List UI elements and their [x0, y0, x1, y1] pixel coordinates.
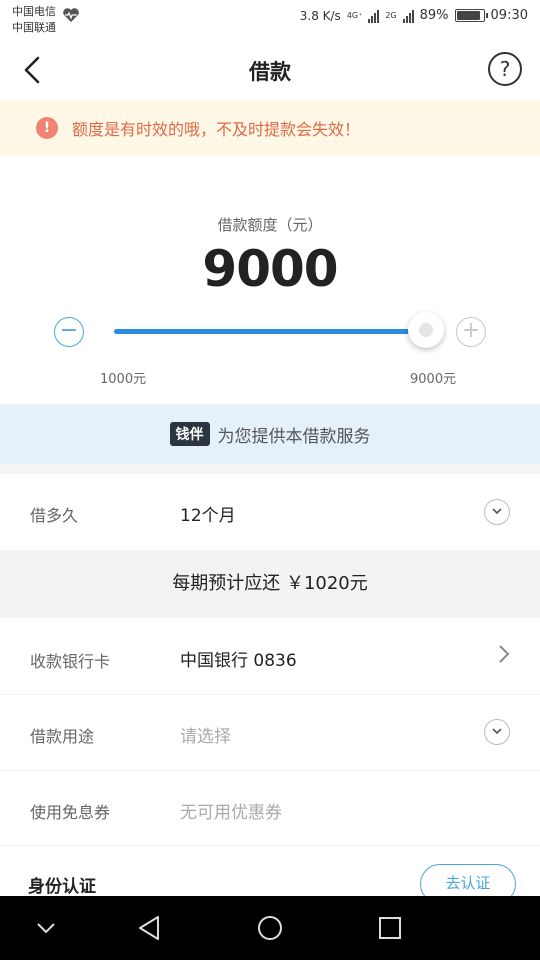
- slider-min-label: 1000元: [100, 372, 147, 387]
- page-title: 借款: [249, 60, 291, 84]
- nav-recents-button[interactable]: [374, 912, 406, 944]
- loan-purpose-label: 借款用途: [30, 727, 95, 746]
- plus-icon: +: [461, 318, 481, 343]
- loan-term-label: 借多久: [30, 506, 79, 525]
- network-type-2: 2G: [385, 10, 397, 20]
- question-circle-icon: ?: [499, 57, 511, 81]
- nav-home-button[interactable]: [254, 912, 286, 944]
- carrier-2: 中国联通: [12, 21, 56, 34]
- amount-label: 借款额度（元）: [217, 216, 323, 234]
- loan-term-value: 12个月: [180, 506, 236, 526]
- network-type-1: 4G⁺: [346, 10, 363, 20]
- status-bar: 中国电信 中国联通 3.8 K/s 4G⁺ 2G 89% 09:30: [0, 0, 540, 40]
- loan-purpose-select[interactable]: 请选择: [180, 722, 231, 747]
- amount-slider-fill: [114, 329, 426, 334]
- heart-icon: [62, 7, 80, 27]
- chevron-right-icon: [496, 642, 512, 672]
- loan-purpose-row[interactable]: 借款用途 请选择: [0, 695, 540, 770]
- chevron-down-icon: [37, 923, 55, 934]
- battery-percent: 89%: [419, 8, 449, 23]
- amount-slider-thumb[interactable]: [408, 312, 444, 348]
- expiry-warning-banner: ! 额度是有时效的哦，不及时提款会失效！: [0, 100, 540, 156]
- coupon-row[interactable]: 使用免息券 无可用优惠券: [0, 771, 540, 845]
- nav-collapse-button[interactable]: [30, 912, 62, 944]
- warning-text: 额度是有时效的哦，不及时提款会失效！: [72, 120, 361, 139]
- bank-card-label: 收款银行卡: [30, 652, 111, 671]
- exclamation-icon: !: [36, 117, 58, 139]
- increase-amount-button[interactable]: +: [456, 317, 486, 347]
- triangle-back-icon: [139, 916, 159, 940]
- battery-icon: [454, 9, 488, 22]
- provider-text: 为您提供本借款服务: [217, 426, 371, 447]
- amount-slider-track[interactable]: [114, 329, 426, 334]
- signal-icon-2: [402, 9, 414, 23]
- chevron-down-icon[interactable]: [484, 499, 510, 525]
- bank-card-value: 中国银行 0836: [180, 651, 297, 671]
- circle-home-icon: [258, 916, 282, 940]
- loan-term-row[interactable]: 借多久 12个月: [0, 474, 540, 550]
- status-indicators: 3.8 K/s 4G⁺ 2G 89% 09:30: [300, 8, 528, 23]
- square-recents-icon: [379, 917, 401, 939]
- decrease-amount-button[interactable]: −: [54, 317, 84, 347]
- provider-logo: 钱伴: [169, 422, 210, 446]
- system-navigation-bar: [0, 896, 540, 960]
- bank-card-row[interactable]: 收款银行卡 中国银行 0836: [0, 618, 540, 694]
- amount-value: 9000: [202, 240, 338, 298]
- coupon-value: 无可用优惠券: [180, 803, 282, 823]
- signal-icon-1: [368, 9, 380, 23]
- chevron-down-icon[interactable]: [484, 719, 510, 745]
- amount-card: 借款额度（元） 9000 − + 1000元 9000元: [0, 156, 540, 404]
- provider-banner: 钱伴 为您提供本借款服务: [0, 404, 540, 464]
- minus-icon: −: [59, 318, 79, 343]
- network-speed: 3.8 K/s: [299, 8, 341, 23]
- carrier-1: 中国电信: [12, 5, 56, 18]
- carrier-info: 中国电信 中国联通: [12, 4, 56, 36]
- coupon-label: 使用免息券: [30, 803, 111, 822]
- identity-label: 身份认证: [28, 877, 96, 897]
- slider-max-label: 9000元: [410, 372, 457, 387]
- nav-back-button[interactable]: [134, 912, 166, 944]
- repayment-estimate: 每期预计应还 ￥1020元: [0, 550, 540, 618]
- clock: 09:30: [490, 8, 528, 23]
- app-header: 借款 ?: [0, 40, 540, 100]
- help-button[interactable]: ?: [488, 52, 522, 86]
